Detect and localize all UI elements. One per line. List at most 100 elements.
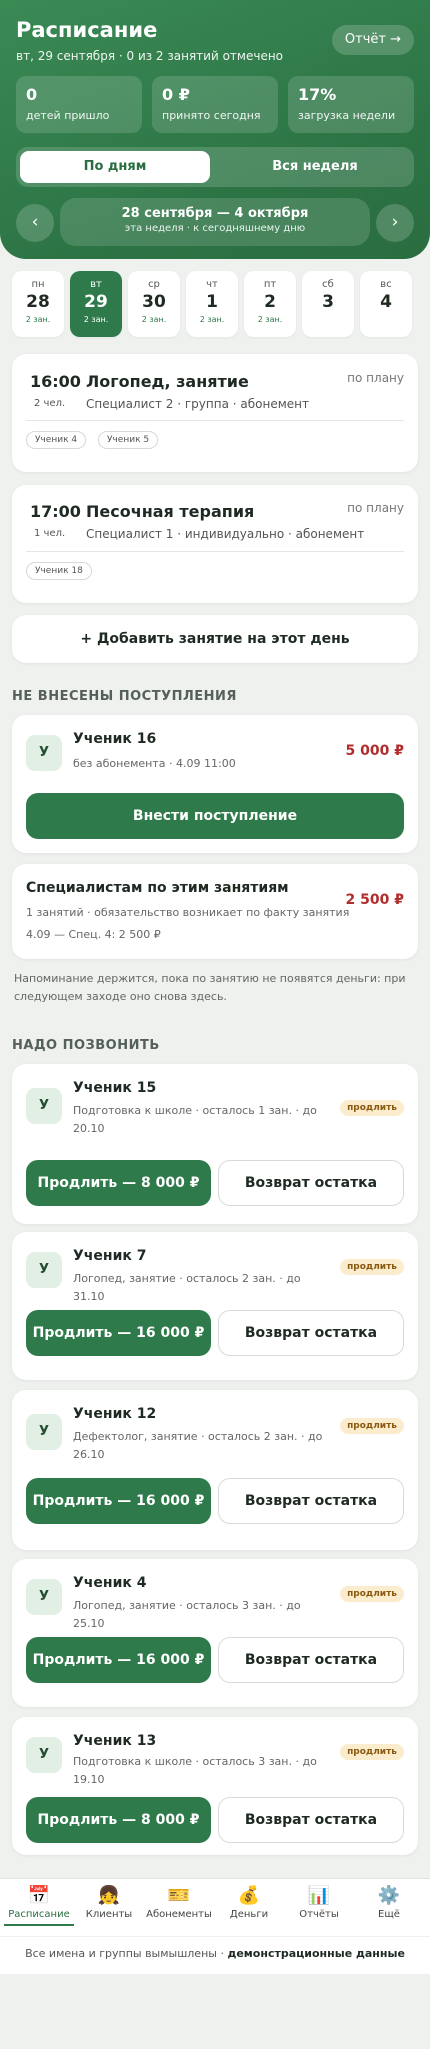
day-number: 4 — [380, 292, 392, 312]
report-button[interactable]: Отчёт → — [331, 25, 414, 55]
stat-load: 17% загрузка недели — [288, 76, 414, 133]
payment-subtitle: без абонемента · 4.09 11:00 — [73, 757, 236, 770]
refund-button[interactable]: Возврат остатка — [218, 1310, 404, 1356]
add-payment-button[interactable]: Внести поступление — [26, 793, 404, 839]
avatar: У — [26, 1252, 62, 1288]
reminder-note: Напоминание держится, пока по занятию не… — [14, 972, 406, 1003]
footer-text: Все имена и группы вымышлены · — [25, 1947, 228, 1960]
footer-bold: демонстрационные данные — [227, 1947, 405, 1960]
day-weekday: пт — [263, 279, 277, 290]
student-name: Ученик 7 — [73, 1248, 147, 1264]
tab-money[interactable]: 💰 Деньги — [214, 1885, 284, 1920]
day-wed[interactable]: ср 30 2 зан. — [128, 271, 180, 337]
section-title-payments: НЕ ВНЕСЕНЫ ПОСТУПЛЕНИЯ — [12, 689, 237, 704]
extend-button[interactable]: Продлить — 8 000 ₽ — [26, 1797, 211, 1843]
lesson-time: 16:00 — [30, 372, 81, 391]
specialists-amount: 2 500 ₽ — [345, 892, 404, 908]
tab-subscriptions[interactable]: 🎫 Абонементы — [144, 1885, 214, 1920]
day-weekday: ср — [148, 279, 160, 290]
specialists-title: Специалистам по этим занятиям — [26, 880, 289, 896]
extend-tag: продлить — [340, 1418, 404, 1434]
day-mon[interactable]: пн 28 2 зан. — [12, 271, 64, 337]
avatar: У — [26, 1088, 62, 1124]
tab-more[interactable]: ⚙️ Ещё — [354, 1885, 424, 1920]
day-count: 2 зан. — [199, 315, 225, 324]
student-name: Ученик 12 — [73, 1406, 157, 1422]
refund-button[interactable]: Возврат остатка — [218, 1160, 404, 1206]
divider — [26, 551, 404, 552]
day-number: 29 — [84, 292, 108, 312]
day-number: 28 — [26, 292, 50, 312]
lesson-card[interactable]: 16:00 2 чел. Логопед, занятие Специалист… — [12, 354, 418, 472]
ticket-icon: 🎫 — [167, 1885, 191, 1906]
day-count: 2 зан. — [141, 315, 167, 324]
specialists-line1: 1 занятий · обязательство возникает по ф… — [26, 906, 350, 919]
day-strip: пн 28 2 зан. вт 29 2 зан. ср 30 2 зан. ч… — [12, 271, 418, 339]
day-fri[interactable]: пт 2 2 зан. — [244, 271, 296, 337]
day-tue[interactable]: вт 29 2 зан. — [70, 271, 122, 337]
day-thu[interactable]: чт 1 2 зан. — [186, 271, 238, 337]
tab-by-days[interactable]: По дням — [20, 151, 210, 183]
day-weekday: чт — [206, 279, 218, 290]
stat-value: 0 — [26, 85, 38, 104]
stat-attended: 0 детей пришло — [16, 76, 142, 133]
extend-tag: продлить — [340, 1586, 404, 1602]
divider — [26, 420, 404, 421]
day-weekday: вт — [90, 279, 102, 290]
tab-clients[interactable]: 👧 Клиенты — [74, 1885, 144, 1920]
add-lesson-button[interactable]: + Добавить занятие на этот день — [12, 615, 418, 663]
avatar: У — [26, 1737, 62, 1773]
prev-week-button[interactable]: ‹ — [16, 204, 54, 242]
lesson-card[interactable]: 17:00 1 чел. Песочная терапия Специалист… — [12, 485, 418, 603]
day-sat[interactable]: сб 3 — [302, 271, 354, 337]
day-sun[interactable]: вс 4 — [360, 271, 412, 337]
week-range: 28 сентября — 4 октября — [121, 206, 309, 221]
stat-label: детей пришло — [26, 109, 110, 122]
tab-schedule[interactable]: 📅 Расписание — [4, 1885, 74, 1926]
student-chip[interactable]: Ученик 18 — [26, 562, 92, 580]
extend-tag: продлить — [340, 1744, 404, 1760]
avatar: У — [26, 1579, 62, 1615]
call-subtitle: Подготовка к школе · осталось 3 зан. · д… — [73, 1755, 317, 1786]
extend-tag: продлить — [340, 1100, 404, 1116]
bottom-tab-bar: 📅 Расписание 👧 Клиенты 🎫 Абонементы 💰 Де… — [0, 1878, 430, 1936]
week-selector[interactable]: 28 сентября — 4 октября эта неделя · к с… — [60, 198, 370, 246]
stat-value: 0 ₽ — [162, 85, 190, 104]
call-card: У Ученик 7 Логопед, занятие · осталось 2… — [12, 1232, 418, 1380]
calendar-icon: 📅 — [27, 1885, 51, 1906]
tab-whole-week[interactable]: Вся неделя — [220, 151, 410, 183]
lesson-time: 17:00 — [30, 502, 81, 521]
student-chip[interactable]: Ученик 4 — [26, 431, 87, 449]
call-card: У Ученик 13 Подготовка к школе · осталос… — [12, 1717, 418, 1855]
week-hint: эта неделя · к сегодняшнему дню — [124, 223, 306, 234]
page-subtitle: вт, 29 сентября · 0 из 2 занятий отмечен… — [16, 49, 284, 63]
lesson-status: по плану — [347, 501, 404, 515]
tab-label: Абонементы — [146, 1909, 212, 1920]
extend-button[interactable]: Продлить — 8 000 ₽ — [26, 1160, 211, 1206]
lesson-people: 2 чел. — [34, 398, 66, 409]
avatar: У — [26, 735, 62, 771]
next-week-button[interactable]: › — [376, 204, 414, 242]
extend-button[interactable]: Продлить — 16 000 ₽ — [26, 1478, 211, 1524]
tab-label: Деньги — [229, 1909, 269, 1920]
specialists-card: Специалистам по этим занятиям 1 занятий … — [12, 864, 418, 959]
tab-label: Отчёты — [299, 1909, 339, 1920]
tab-reports[interactable]: 📊 Отчёты — [284, 1885, 354, 1920]
refund-button[interactable]: Возврат остатка — [218, 1478, 404, 1524]
header: Расписание вт, 29 сентября · 0 из 2 заня… — [0, 0, 430, 259]
day-number: 1 — [206, 292, 218, 312]
child-icon: 👧 — [97, 1885, 121, 1906]
day-weekday: сб — [322, 279, 334, 290]
stat-label: загрузка недели — [298, 109, 396, 122]
lesson-people: 1 чел. — [34, 528, 66, 539]
student-chip[interactable]: Ученик 5 — [98, 431, 159, 449]
extend-button[interactable]: Продлить — 16 000 ₽ — [26, 1637, 211, 1683]
payment-amount: 5 000 ₽ — [345, 743, 404, 759]
call-subtitle: Подготовка к школе · осталось 1 зан. · д… — [73, 1104, 317, 1135]
call-card: У Ученик 15 Подготовка к школе · осталос… — [12, 1064, 418, 1224]
extend-button[interactable]: Продлить — 16 000 ₽ — [26, 1310, 211, 1356]
refund-button[interactable]: Возврат остатка — [218, 1797, 404, 1843]
refund-button[interactable]: Возврат остатка — [218, 1637, 404, 1683]
lesson-title: Песочная терапия — [86, 502, 255, 521]
student-name: Ученик 15 — [73, 1080, 157, 1096]
